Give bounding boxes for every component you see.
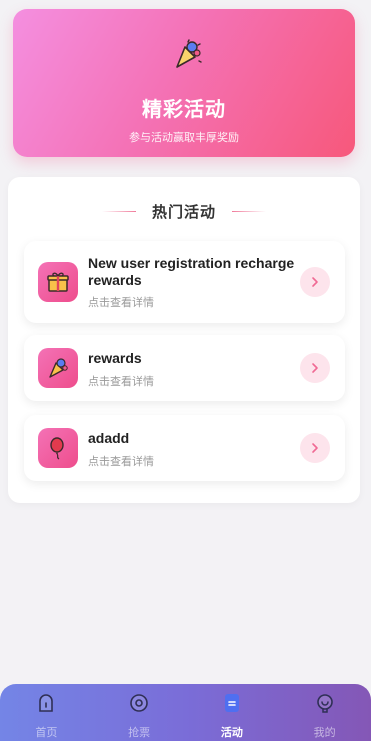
activity-item[interactable]: adadd 点击查看详情 [24, 415, 345, 481]
bottom-tab-bar: 首页 抢票 活动 我的 [0, 684, 371, 741]
banner-title: 精彩活动 [142, 99, 226, 121]
tab-activities[interactable]: 活动 [186, 684, 279, 741]
activity-title: rewards [88, 350, 142, 366]
tab-label: 我的 [313, 727, 336, 739]
hot-activities-card: 热门活动 New user registration recharge rewa… [8, 177, 360, 503]
activity-title: New user registration recharge rewards [88, 255, 295, 288]
tab-label: 首页 [35, 727, 58, 739]
banner-subtitle: 参与活动赢取丰厚奖励 [129, 132, 239, 144]
activity-desc: 点击查看详情 [88, 376, 154, 388]
tab-profile[interactable]: 我的 [278, 684, 371, 741]
home-icon [39, 694, 54, 712]
tab-label: 活动 [220, 727, 243, 739]
section-divider-left [101, 210, 136, 212]
tab-label: 抢票 [128, 727, 151, 739]
activity-title: adadd [88, 430, 130, 446]
balloon-icon [38, 428, 78, 468]
activity-icon [224, 694, 239, 712]
chevron-right-icon[interactable] [300, 353, 330, 383]
gift-icon [38, 262, 78, 302]
activity-item[interactable]: rewards 点击查看详情 [24, 335, 345, 401]
tab-home[interactable]: 首页 [0, 684, 93, 741]
section-header: 热门活动 [8, 201, 360, 221]
party-popper-icon [38, 348, 78, 388]
party-popper-icon [176, 39, 202, 68]
activity-banner: 精彩活动 参与活动赢取丰厚奖励 [13, 9, 355, 157]
profile-icon [316, 694, 333, 713]
activity-item[interactable]: New user registration recharge rewards 点… [24, 241, 345, 323]
tab-tickets[interactable]: 抢票 [93, 684, 186, 741]
activity-desc: 点击查看详情 [88, 456, 154, 468]
ticket-icon [130, 694, 148, 712]
chevron-right-icon[interactable] [300, 267, 330, 297]
activity-desc: 点击查看详情 [88, 297, 154, 309]
section-title: 热门活动 [151, 203, 216, 221]
chevron-right-icon[interactable] [300, 433, 330, 463]
section-divider-right [232, 210, 266, 212]
